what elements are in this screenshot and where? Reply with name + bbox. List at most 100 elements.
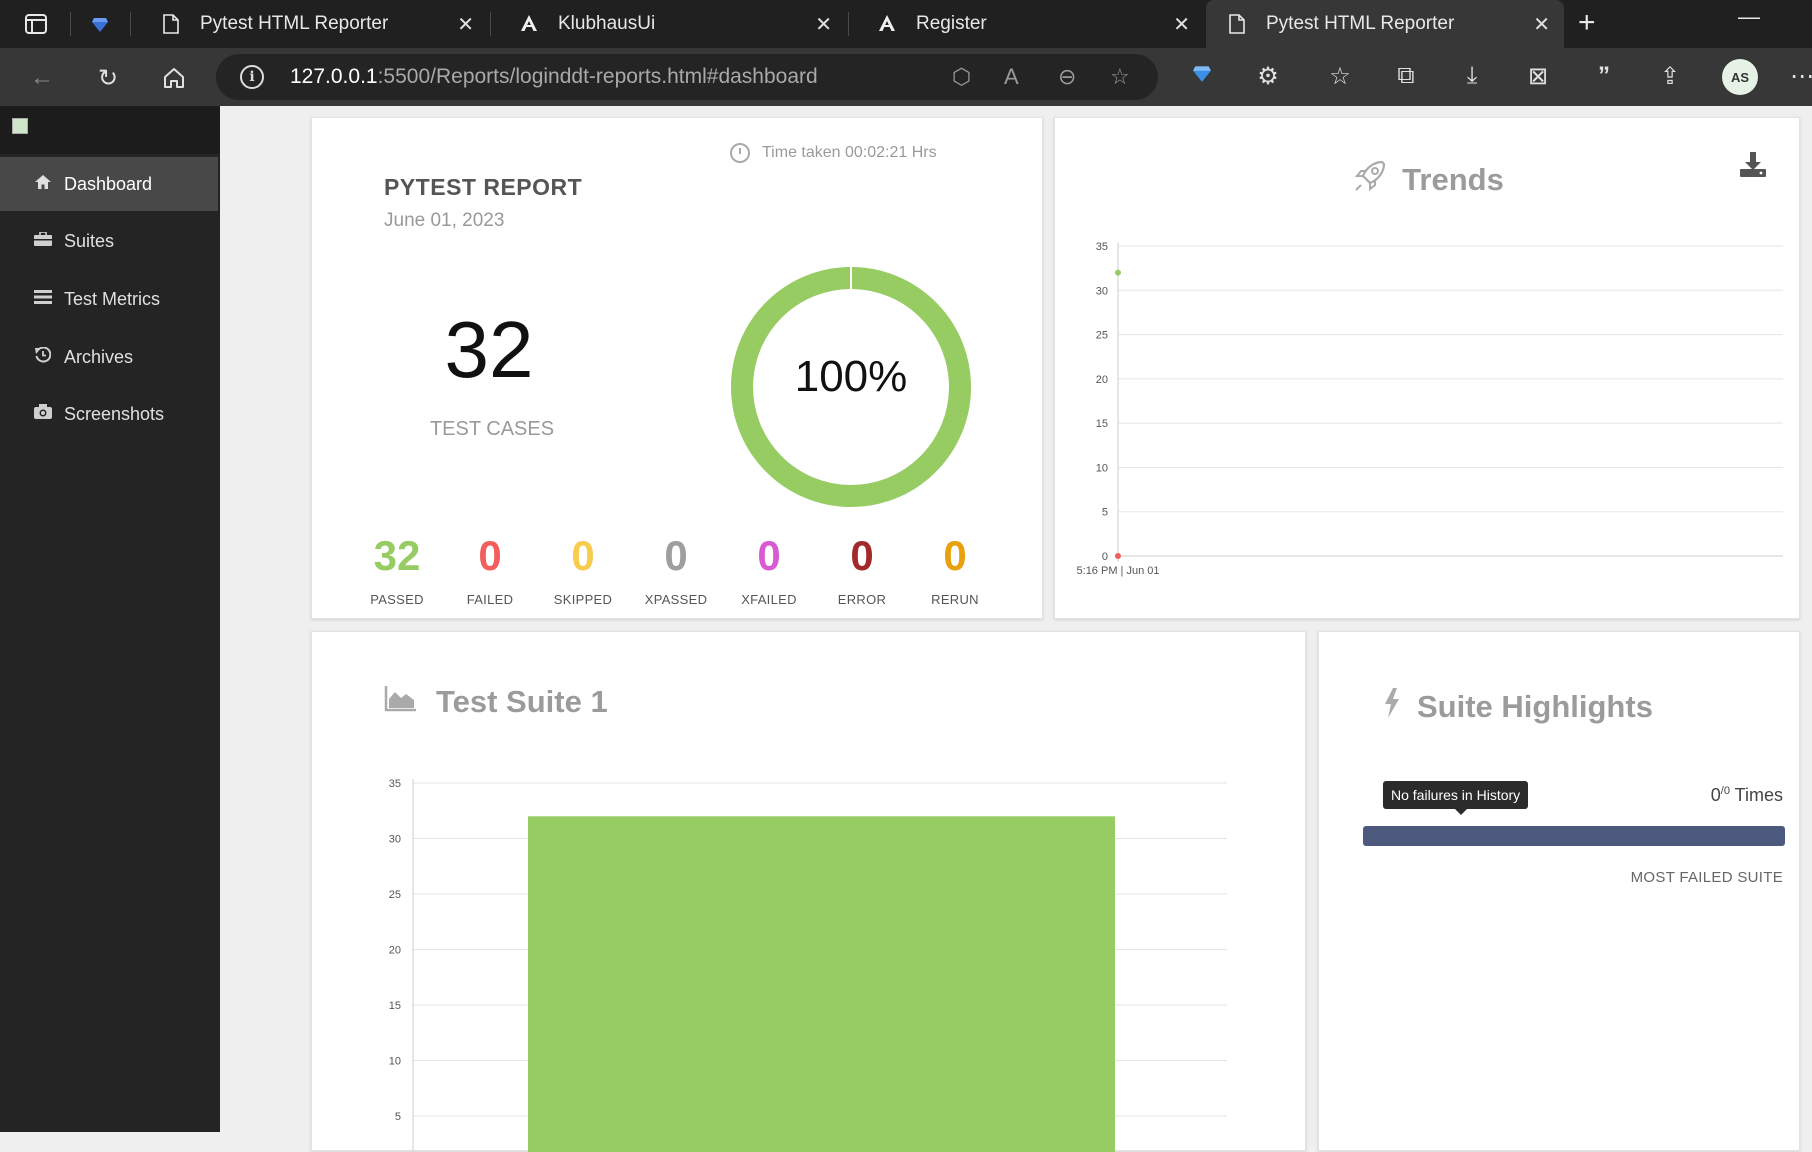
- close-icon[interactable]: ✕: [1533, 12, 1550, 37]
- home-icon: [32, 174, 54, 194]
- data-point[interactable]: [1115, 269, 1121, 276]
- stat-value: 0: [478, 532, 502, 579]
- more-icon[interactable]: ⋯: [1786, 62, 1812, 91]
- y-tick-label: 30: [389, 833, 401, 845]
- stat-failed[interactable]: 0 FAILED: [445, 532, 535, 608]
- address-bar[interactable]: i 127.0.0.1:5500/Reports/loginddt-report…: [216, 54, 1158, 100]
- bolt-icon: [1383, 688, 1401, 725]
- stat-label: FAILED: [466, 592, 514, 607]
- suite-highlights-card: Suite Highlights No failures in History …: [1318, 631, 1800, 1151]
- stat-error[interactable]: 0 ERROR: [817, 534, 907, 608]
- favorites-icon[interactable]: ☆: [1324, 62, 1356, 91]
- y-tick-label: 10: [389, 1055, 401, 1067]
- home-icon[interactable]: [156, 60, 192, 96]
- trends-chart: 0 5 10 15 20 25 30 35 5:16 PM | Jun 01: [1077, 241, 1783, 577]
- area-chart-icon: [384, 684, 418, 720]
- add-favorite-icon[interactable]: ☆: [1110, 64, 1130, 90]
- stat-value: 32: [373, 532, 421, 579]
- suite-heading: Test Suite 1: [384, 684, 608, 720]
- y-tick-label: 35: [1096, 241, 1108, 253]
- no-failures-tooltip: No failures in History: [1383, 781, 1529, 815]
- gem-extension-icon[interactable]: [1186, 62, 1218, 90]
- quote-icon[interactable]: ”: [1588, 62, 1620, 90]
- minimize-icon[interactable]: —: [1738, 4, 1760, 30]
- tab-pytest-reporter-active[interactable]: Pytest HTML Reporter ✕: [1206, 0, 1564, 48]
- data-point[interactable]: [1115, 553, 1121, 559]
- stat-skipped[interactable]: 0 SKIPPED: [538, 534, 628, 608]
- rocket-icon: [1352, 158, 1388, 202]
- stat-passed[interactable]: 32 PASSED: [352, 532, 442, 608]
- download-icon[interactable]: [1739, 152, 1767, 183]
- sidebar-item-label: Suites: [64, 230, 115, 251]
- site-info-icon[interactable]: i: [240, 65, 264, 89]
- sidebar-item-archives[interactable]: Archives: [0, 330, 218, 384]
- stat-value: 0: [664, 532, 688, 579]
- list-icon: [32, 289, 54, 309]
- total-test-label: TEST CASES: [429, 418, 555, 440]
- close-icon[interactable]: ✕: [815, 12, 832, 37]
- stat-value: 0: [943, 532, 967, 579]
- y-tick-label: 20: [389, 944, 401, 956]
- tab-label: Pytest HTML Reporter: [200, 13, 389, 34]
- collections-icon[interactable]: ⧉: [1390, 62, 1422, 90]
- brand-bar: [0, 106, 220, 154]
- trends-card: Trends 0 5 10 15 20 25 30 35 5:16 PM | Jun 01: [1054, 117, 1800, 619]
- close-icon[interactable]: ✕: [1173, 12, 1190, 37]
- refresh-icon[interactable]: ↻: [90, 60, 126, 96]
- tab-register[interactable]: Register ✕: [856, 0, 1204, 48]
- browser-toolbar: ← ↻ i 127.0.0.1:5500/Reports/loginddt-re…: [0, 48, 1812, 106]
- sidebar-item-screenshots[interactable]: Screenshots: [0, 387, 218, 441]
- tag-icon[interactable]: ⬡: [952, 64, 971, 90]
- download-icon[interactable]: ⤓: [1456, 62, 1488, 90]
- stat-label: SKIPPED: [553, 592, 613, 607]
- x-tick-label: 5:16 PM | Jun 01: [1077, 565, 1160, 577]
- y-tick-label: 15: [389, 1000, 401, 1012]
- bar[interactable]: [528, 816, 1115, 1152]
- angular-icon: [518, 13, 540, 35]
- back-icon[interactable]: ←: [24, 60, 60, 96]
- url-text[interactable]: 127.0.0.1:5500/Reports/loginddt-reports.…: [290, 65, 818, 89]
- y-tick-label: 35: [389, 778, 401, 790]
- stat-value: 0: [757, 532, 781, 579]
- stat-label: XPASSED: [644, 592, 708, 607]
- stat-xfailed[interactable]: 0 XFAILED: [724, 532, 814, 608]
- highlights-title: Suite Highlights: [1417, 688, 1653, 724]
- read-aloud-icon[interactable]: A: [1004, 64, 1019, 90]
- tab-actions-icon[interactable]: [22, 10, 50, 38]
- sidebar-item-dashboard[interactable]: Dashboard: [0, 157, 218, 211]
- stat-xpassed[interactable]: 0 XPASSED: [631, 532, 721, 608]
- y-tick-label: 5: [1102, 507, 1108, 519]
- new-tab-icon[interactable]: +: [1578, 6, 1596, 40]
- suite-title: Test Suite 1: [436, 684, 608, 719]
- stat-label: RERUN: [931, 592, 979, 607]
- clock-icon: [730, 143, 750, 163]
- total-test-count: 32: [444, 305, 534, 394]
- math-solver-icon[interactable]: ⊠: [1522, 62, 1554, 91]
- sidebar-item-suites[interactable]: Suites: [0, 214, 218, 268]
- broken-logo-image: [12, 118, 28, 134]
- report-date: June 01, 2023: [384, 210, 505, 231]
- stat-rerun[interactable]: 0 RERUN: [910, 532, 1000, 608]
- tab-klubhausui[interactable]: KlubhausUi ✕: [498, 0, 846, 48]
- close-icon[interactable]: ✕: [457, 12, 474, 37]
- profile-avatar[interactable]: AS: [1722, 59, 1758, 95]
- sidebar-item-label: Test Metrics: [64, 288, 161, 309]
- most-failed-suite-label: MOST FAILED SUITE: [1630, 869, 1783, 886]
- highlights-heading: Suite Highlights: [1383, 688, 1653, 725]
- failure-progress-bar[interactable]: [1363, 826, 1785, 846]
- y-tick-label: 25: [389, 889, 401, 901]
- pinned-tab-gem-icon[interactable]: [86, 10, 114, 38]
- extensions-icon[interactable]: ⚙: [1252, 62, 1284, 91]
- y-tick-label: 0: [1102, 551, 1108, 563]
- tab-label: KlubhausUi: [558, 13, 656, 34]
- sidebar: Dashboard Suites Test Metrics Archives S…: [0, 106, 220, 1132]
- trends-heading: Trends: [1055, 158, 1801, 202]
- y-tick-label: 25: [1096, 330, 1108, 342]
- tab-pytest-reporter-1[interactable]: Pytest HTML Reporter ✕: [140, 0, 488, 48]
- browser-tab-bar: Pytest HTML Reporter ✕ KlubhausUi ✕ Regi…: [0, 0, 1812, 48]
- sidebar-item-test-metrics[interactable]: Test Metrics: [0, 272, 218, 326]
- sidebar-item-label: Dashboard: [64, 173, 153, 194]
- zoom-out-icon[interactable]: ⊖: [1058, 64, 1076, 90]
- share-icon[interactable]: ⇪: [1654, 62, 1686, 91]
- angular-icon: [876, 13, 898, 35]
